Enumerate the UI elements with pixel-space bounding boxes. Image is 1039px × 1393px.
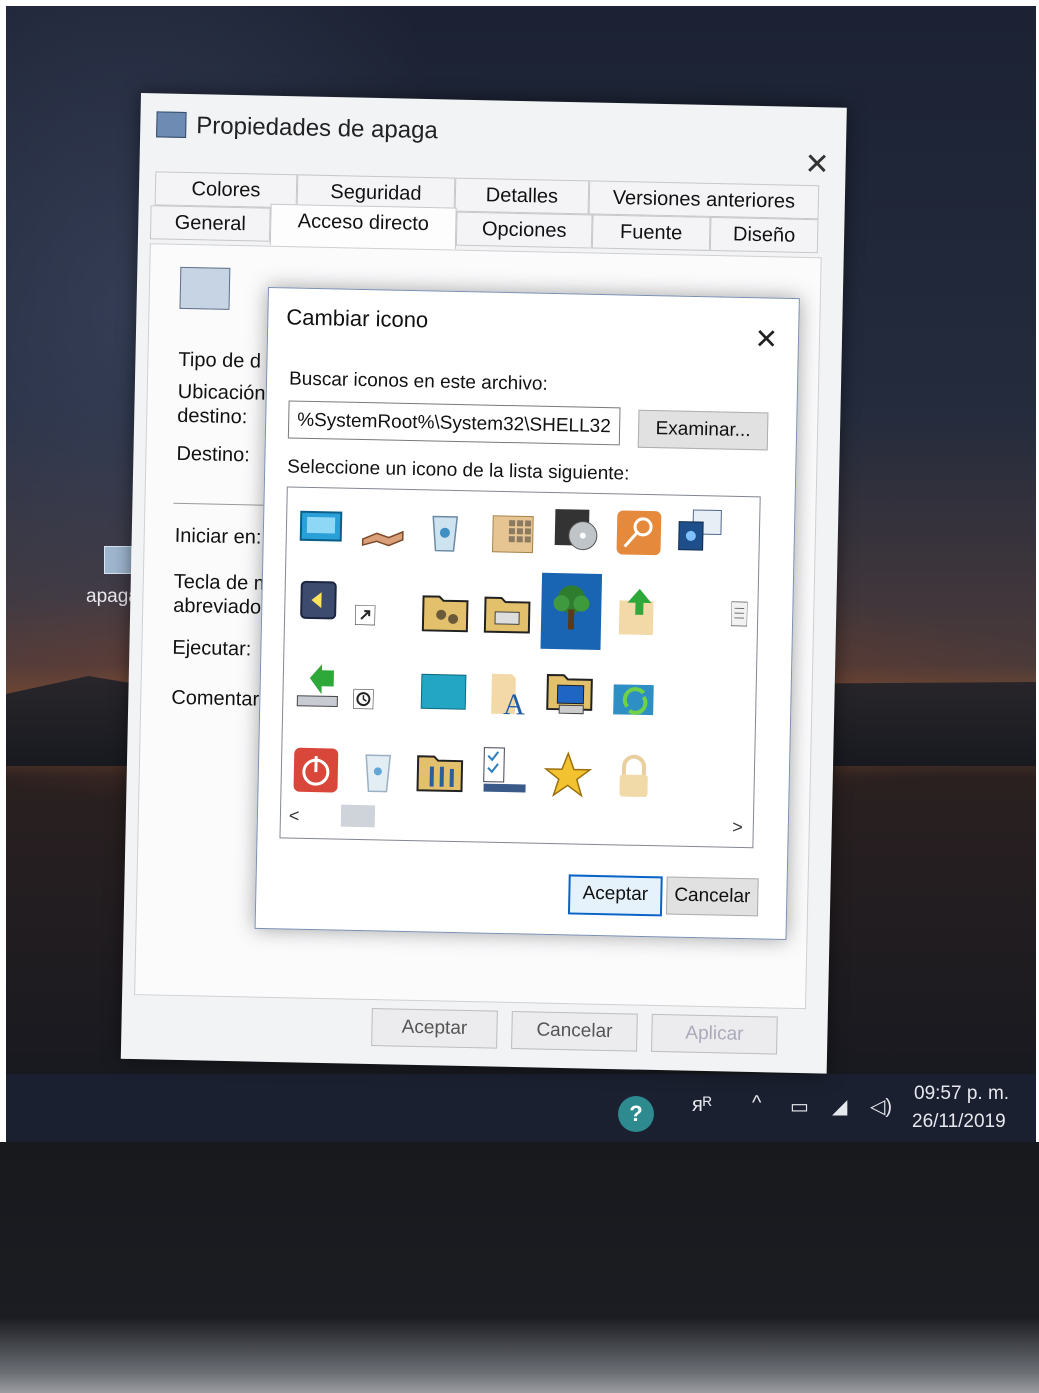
star-icon[interactable]: [537, 745, 598, 808]
recycle-empty-icon[interactable]: [347, 741, 408, 804]
search-label: Buscar iconos en este archivo:: [288, 368, 548, 395]
desktop-screen: apaga ? ᴙᴿ ^ ▭ ◢ ◁) 09:57 p. m. 26/11/20…: [6, 6, 1036, 1142]
select-label: Seleccione un icono de la lista siguient…: [287, 456, 630, 485]
tools-folder-icon[interactable]: [409, 740, 470, 803]
field-label: Ejecutar:: [172, 636, 252, 661]
field-label: Ubicación: [177, 380, 266, 405]
program-window-icon[interactable]: [668, 501, 729, 564]
svg-text:A: A: [503, 688, 526, 719]
blank-window-icon[interactable]: [413, 660, 474, 723]
browse-button[interactable]: Examinar...: [637, 409, 769, 451]
apply-button[interactable]: Aplicar: [651, 1013, 778, 1055]
field-label: Tecla de m: [173, 570, 271, 595]
volume-icon[interactable]: ◁): [870, 1094, 892, 1119]
help-icon[interactable]: ?: [618, 1096, 654, 1132]
shortcut-arrow-icon[interactable]: [351, 601, 382, 632]
dialog-title: Cambiar icono: [286, 304, 429, 333]
task-list-icon[interactable]: [473, 739, 534, 802]
field-label: Iniciar en:: [174, 524, 262, 549]
icon-list[interactable]: A < >: [279, 486, 761, 849]
lock-icon[interactable]: [603, 746, 664, 809]
power-icon[interactable]: [285, 739, 346, 802]
network-icon[interactable]: ◢: [832, 1094, 847, 1119]
sync-icon[interactable]: [605, 670, 666, 733]
cancel-button[interactable]: Cancelar: [665, 876, 759, 917]
cancel-button[interactable]: Cancelar: [511, 1010, 638, 1052]
clock-time[interactable]: 09:57 p. m.: [914, 1083, 1009, 1105]
ok-button[interactable]: Aceptar: [371, 1008, 498, 1049]
field-label: Tipo de d: [178, 348, 262, 373]
change-icon-dialog: Cambiar icono ✕ Buscar iconos en este ar…: [254, 287, 800, 941]
tab-diseno[interactable]: Diseño: [709, 216, 819, 254]
handshake-icon[interactable]: [352, 503, 413, 566]
tab-opciones[interactable]: Opciones: [455, 211, 593, 249]
window-icon: [156, 111, 187, 138]
scroll-right-icon[interactable]: >: [732, 817, 743, 838]
cd-drive-icon[interactable]: [544, 499, 605, 562]
computer-folder-icon[interactable]: [539, 663, 600, 726]
shortcut-icon: [104, 546, 132, 574]
people-icon[interactable]: ᴙᴿ: [692, 1094, 712, 1117]
key-icon[interactable]: [608, 502, 669, 565]
battery-icon[interactable]: ▭: [790, 1094, 809, 1119]
shortcut-gear-icon: [179, 266, 231, 310]
upload-arrow-icon[interactable]: [607, 580, 668, 643]
tab-colores[interactable]: Colores: [154, 171, 298, 209]
font-icon[interactable]: A: [479, 664, 540, 727]
scroll-left-icon[interactable]: <: [289, 806, 300, 827]
recycle-bin-icon[interactable]: [414, 500, 475, 563]
clock-icon[interactable]: [349, 685, 380, 716]
close-icon[interactable]: ✕: [804, 147, 830, 183]
tab-general[interactable]: General: [149, 205, 271, 242]
tab-versiones-anteriores[interactable]: Versiones anteriores: [588, 180, 820, 220]
close-icon[interactable]: ✕: [754, 322, 778, 355]
monitor-icon[interactable]: [290, 498, 351, 561]
ok-button[interactable]: Aceptar: [567, 874, 663, 917]
field-label: destino:: [177, 404, 248, 429]
tab-detalles[interactable]: Detalles: [454, 177, 590, 215]
field-label: abreviado: [173, 594, 262, 619]
printer-folder-icon[interactable]: [477, 581, 538, 644]
icon-file-path-input[interactable]: %SystemRoot%\System32\SHELL32: [287, 400, 621, 446]
media-player-icon[interactable]: [289, 572, 350, 635]
tab-fuente[interactable]: Fuente: [591, 214, 711, 251]
field-label: Destino:: [176, 442, 251, 467]
chevron-up-icon[interactable]: ^: [752, 1092, 761, 1115]
scrollbar-thumb[interactable]: [340, 804, 376, 828]
window-title: Propiedades de apaga: [196, 112, 439, 145]
grid-folder-icon[interactable]: [482, 502, 543, 565]
tab-acceso-directo[interactable]: Acceso directo: [269, 203, 457, 250]
network-arrow-icon[interactable]: [287, 658, 348, 721]
tree-icon[interactable]: [540, 572, 603, 651]
document-icon[interactable]: [724, 593, 753, 656]
network-folder-icon[interactable]: [415, 580, 476, 643]
field-label: Comentari: [171, 686, 264, 711]
clock-date[interactable]: 26/11/2019: [912, 1111, 1006, 1133]
laptop-bezel: [0, 1142, 1039, 1393]
